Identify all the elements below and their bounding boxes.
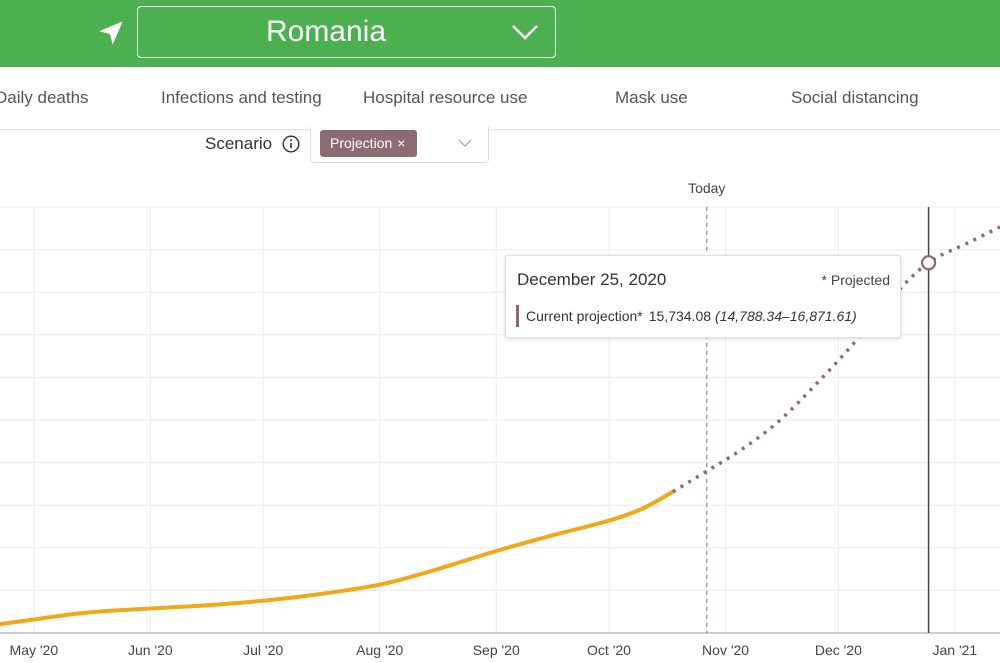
x-tick-label: Jun '20 (128, 642, 173, 658)
tooltip-value: 15,734.08 (648, 308, 712, 324)
x-tick-label: Oct '20 (587, 642, 631, 658)
x-tick-label: Jul '20 (243, 642, 283, 658)
today-label: Today (688, 180, 725, 196)
chart-x-ticks: May '20 Jun '20 Jul '20 Aug '20 Sep '20 Oct '… (10, 180, 978, 658)
x-tick-label: Sep '20 (473, 642, 520, 658)
x-tick-label: Dec '20 (815, 642, 862, 658)
x-tick-label: May '20 (10, 642, 59, 658)
tooltip-series-swatch (516, 305, 519, 327)
x-tick-label: Aug '20 (356, 642, 403, 658)
tooltip-row: Current projection* 15,734.08 (14,788.34–1… (526, 308, 857, 324)
series-line-observed (0, 489, 675, 627)
tooltip-projected-note: * Projected (821, 272, 890, 288)
x-tick-label: Nov '20 (702, 642, 749, 658)
x-tick-label: Jan '21 (933, 642, 978, 658)
tooltip-range: (14,788.34–16,871.61) (715, 308, 857, 324)
tooltip-series-label: Current projection* (526, 308, 643, 324)
tooltip-date: December 25, 2020 (517, 270, 667, 289)
hover-point (920, 255, 937, 271)
chart-tooltip: December 25, 2020 * Projected Current pr… (505, 255, 901, 338)
